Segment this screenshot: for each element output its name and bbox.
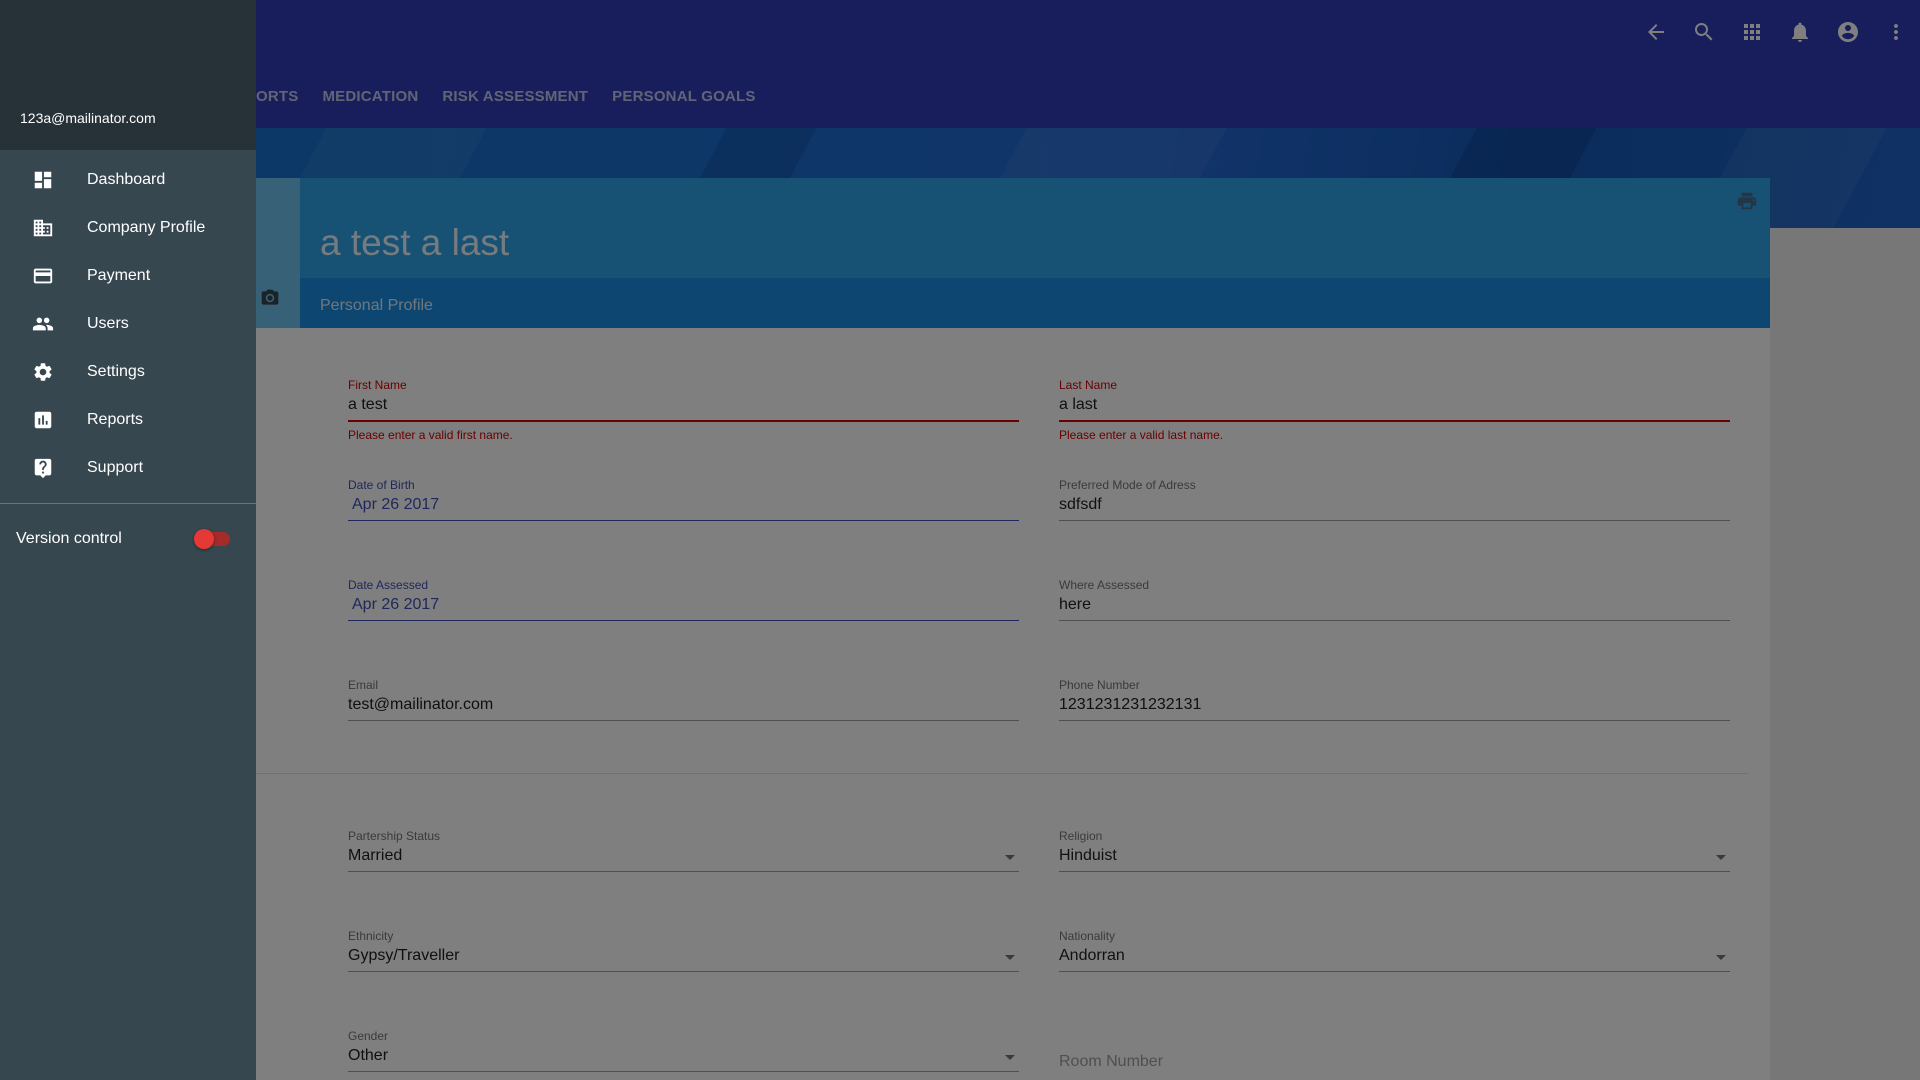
sidebar-item-label: Company Profile: [87, 219, 206, 236]
sidebar-item-label: Payment: [87, 267, 151, 284]
version-control-label: Version control: [16, 530, 122, 547]
sidebar-item-label: Settings: [87, 363, 145, 380]
version-control-row: Version control: [0, 504, 256, 574]
credit-card-icon: [31, 264, 55, 288]
sidebar-item-settings[interactable]: Settings: [0, 348, 256, 396]
version-control-toggle[interactable]: [194, 529, 230, 549]
user-email: 123a@mailinator.com: [20, 110, 156, 126]
dashboard-icon: [31, 168, 55, 192]
drawer-nav: Dashboard Company Profile Payment Users …: [0, 150, 256, 492]
insert-chart-icon: [31, 408, 55, 432]
drawer-header: 123a@mailinator.com: [0, 0, 256, 150]
help-icon: [31, 456, 55, 480]
sidebar-item-users[interactable]: Users: [0, 300, 256, 348]
nav-drawer: 123a@mailinator.com Dashboard Company Pr…: [0, 0, 256, 1080]
sidebar-item-dashboard[interactable]: Dashboard: [0, 156, 256, 204]
sidebar-item-label: Support: [87, 459, 144, 476]
settings-icon: [31, 360, 55, 384]
sidebar-item-label: Dashboard: [87, 171, 166, 188]
sidebar-item-label: Reports: [87, 411, 144, 428]
sidebar-item-payment[interactable]: Payment: [0, 252, 256, 300]
sidebar-item-reports[interactable]: Reports: [0, 396, 256, 444]
sidebar-item-company-profile[interactable]: Company Profile: [0, 204, 256, 252]
business-icon: [31, 216, 55, 240]
drawer-scrim[interactable]: [0, 0, 1920, 1080]
people-icon: [31, 312, 55, 336]
sidebar-item-support[interactable]: Support: [0, 444, 256, 492]
sidebar-item-label: Users: [87, 315, 129, 332]
